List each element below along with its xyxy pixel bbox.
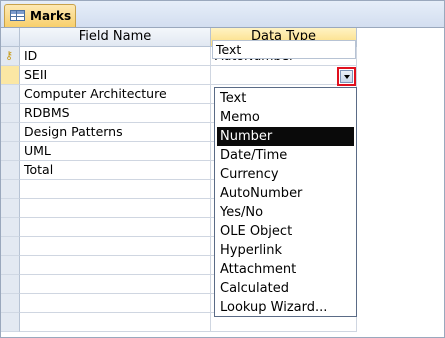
field-name-cell[interactable]: SEII bbox=[20, 66, 211, 85]
select-all-corner[interactable] bbox=[1, 28, 20, 47]
row-selector[interactable] bbox=[1, 199, 20, 218]
dropdown-button[interactable] bbox=[337, 67, 356, 86]
row-selector[interactable] bbox=[1, 180, 20, 199]
dropdown-option[interactable]: Date/Time bbox=[217, 146, 354, 165]
field-name-cell[interactable] bbox=[20, 256, 211, 275]
dropdown-option[interactable]: Lookup Wizard... bbox=[217, 298, 354, 317]
data-type-cell[interactable] bbox=[211, 66, 357, 85]
dropdown-option[interactable]: Yes/No bbox=[217, 203, 354, 222]
dropdown-option[interactable]: Text bbox=[217, 89, 354, 108]
tab-marks[interactable]: Marks bbox=[4, 4, 76, 27]
field-name-cell[interactable] bbox=[20, 275, 211, 294]
field-name-cell[interactable] bbox=[20, 294, 211, 313]
field-name-cell[interactable]: ID bbox=[20, 47, 211, 66]
table-icon bbox=[10, 10, 25, 21]
row-selector[interactable] bbox=[1, 66, 20, 85]
primary-key-icon: ⚷ bbox=[5, 49, 14, 62]
field-name-cell[interactable] bbox=[20, 218, 211, 237]
tab-label: Marks bbox=[30, 9, 72, 23]
dropdown-option[interactable]: OLE Object bbox=[217, 222, 354, 241]
row-selector[interactable] bbox=[1, 218, 20, 237]
data-type-combo[interactable]: Text bbox=[212, 40, 356, 59]
row-selector[interactable] bbox=[1, 237, 20, 256]
document-tab-strip: Marks bbox=[1, 1, 444, 28]
field-name-cell[interactable] bbox=[20, 180, 211, 199]
field-name-cell[interactable]: UML bbox=[20, 142, 211, 161]
row-selector[interactable] bbox=[1, 123, 20, 142]
field-name-cell[interactable]: Design Patterns bbox=[20, 123, 211, 142]
dropdown-option[interactable]: Memo bbox=[217, 108, 354, 127]
combo-value: Text bbox=[216, 42, 242, 57]
data-type-dropdown-list: Text Memo Number Date/Time Currency Auto… bbox=[214, 87, 357, 317]
row-selector[interactable] bbox=[1, 161, 20, 180]
row-selector[interactable]: ⚷ bbox=[1, 47, 20, 66]
header-field-name[interactable]: Field Name bbox=[20, 28, 211, 47]
field-name-cell[interactable] bbox=[20, 313, 211, 332]
field-name-cell[interactable] bbox=[20, 199, 211, 218]
chevron-down-icon bbox=[344, 75, 350, 79]
field-name-cell[interactable]: RDBMS bbox=[20, 104, 211, 123]
row-selector[interactable] bbox=[1, 313, 20, 332]
field-name-cell[interactable]: Computer Architecture bbox=[20, 85, 211, 104]
row-selector[interactable] bbox=[1, 85, 20, 104]
row-selector[interactable] bbox=[1, 256, 20, 275]
field-name-cell[interactable] bbox=[20, 237, 211, 256]
dropdown-option[interactable]: Hyperlink bbox=[217, 241, 354, 260]
dropdown-option[interactable]: Calculated bbox=[217, 279, 354, 298]
dropdown-option[interactable]: Attachment bbox=[217, 260, 354, 279]
table-row[interactable]: SEII bbox=[1, 66, 357, 85]
field-name-cell[interactable]: Total bbox=[20, 161, 211, 180]
dropdown-option[interactable]: AutoNumber bbox=[217, 184, 354, 203]
row-selector[interactable] bbox=[1, 142, 20, 161]
row-selector[interactable] bbox=[1, 275, 20, 294]
row-selector[interactable] bbox=[1, 104, 20, 123]
table-design-window: Marks Field Name Data Type ⚷ ID AutoNumb… bbox=[0, 0, 445, 338]
dropdown-option[interactable]: Currency bbox=[217, 165, 354, 184]
row-selector[interactable] bbox=[1, 294, 20, 313]
dropdown-option-selected[interactable]: Number bbox=[217, 127, 354, 146]
